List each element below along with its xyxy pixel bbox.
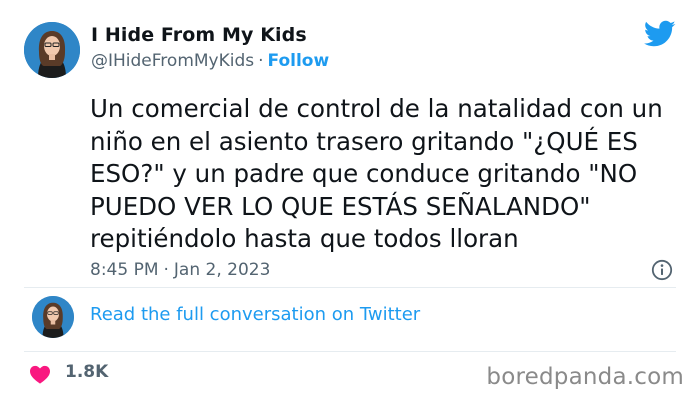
twitter-bird-icon[interactable] [644, 20, 676, 48]
like-count[interactable]: 1.8K [65, 362, 108, 382]
conversation-avatar[interactable] [32, 296, 74, 338]
handle-separator: · [258, 51, 264, 71]
divider [24, 287, 676, 288]
info-icon[interactable] [651, 259, 673, 281]
avatar-portrait [32, 296, 74, 338]
boredpanda-watermark: boredpanda.com [486, 364, 684, 390]
avatar-portrait [24, 22, 80, 78]
follow-button[interactable]: Follow [268, 51, 330, 71]
author-handle[interactable]: @IHideFromMyKids [91, 51, 254, 71]
tweet-text: Un comercial de control de la natalidad … [90, 94, 663, 253]
author-display-name[interactable]: I Hide From My Kids [91, 24, 307, 46]
heart-icon[interactable] [29, 364, 51, 384]
timestamp-separator: · [163, 260, 169, 280]
tweet-date: Jan 2, 2023 [173, 260, 271, 280]
author-avatar[interactable] [24, 22, 80, 78]
tweet-timestamp[interactable]: 8:45 PM · Jan 2, 2023 [90, 260, 270, 280]
author-handle-row: @IHideFromMyKids · Follow [91, 51, 329, 71]
read-conversation-link[interactable]: Read the full conversation on Twitter [90, 304, 420, 325]
divider [24, 351, 676, 352]
tweet-time: 8:45 PM [90, 260, 159, 280]
